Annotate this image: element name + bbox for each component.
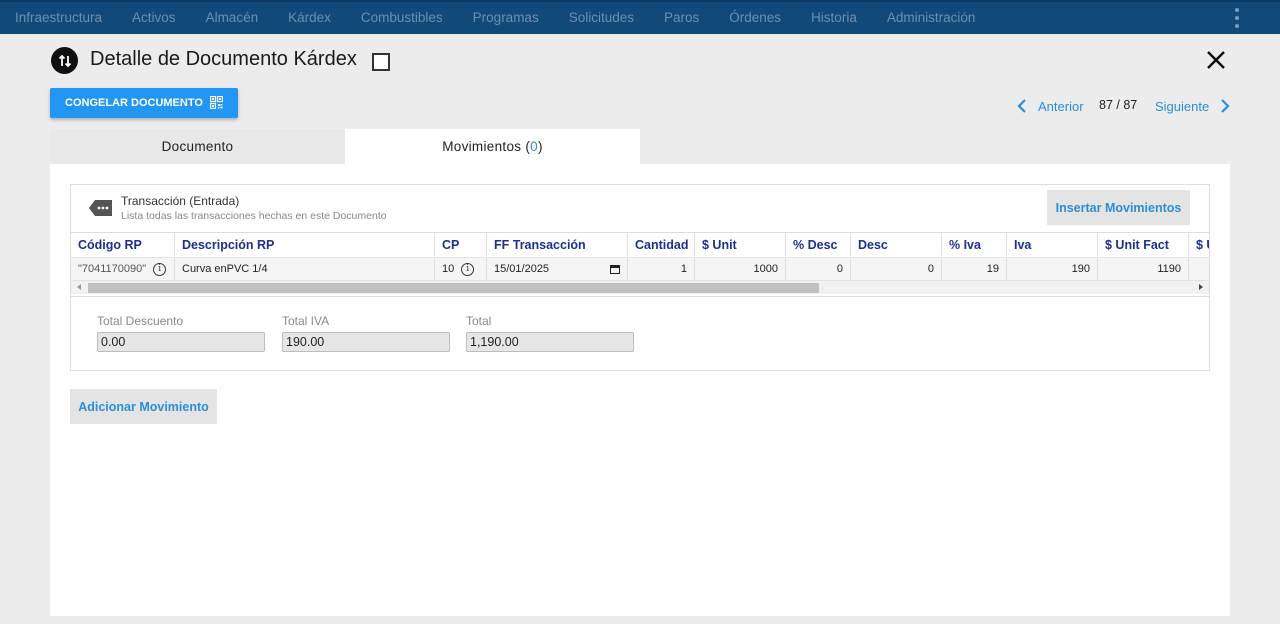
total-iva-label: Total IVA xyxy=(282,314,330,328)
movimientos-count: 0 xyxy=(530,139,538,154)
document-checkbox[interactable] xyxy=(372,53,390,71)
column-header-ff-transaccion[interactable]: FF Transacción xyxy=(487,233,628,256)
transaction-subtitle: Lista todas las transacciones hechas en … xyxy=(121,210,387,222)
total-field: 1,190.00 xyxy=(466,332,634,352)
top-navigation: Infraestructura Activos Almacén Kárdex C… xyxy=(0,0,1280,34)
transaction-card: Transacción (Entrada) Lista todas las tr… xyxy=(70,184,1210,371)
scroll-right-icon[interactable] xyxy=(1199,284,1203,290)
column-header-pct-iva[interactable]: % Iva xyxy=(942,233,1007,256)
page-title: Detalle de Documento Kárdex xyxy=(90,48,357,70)
nav-solicitudes[interactable]: Solicitudes xyxy=(554,2,649,34)
column-header-unit-fact[interactable]: $ Unit Fact xyxy=(1098,233,1189,256)
cell-desc[interactable]: 0 xyxy=(851,258,942,280)
column-header-codigo[interactable]: Código RP xyxy=(71,233,175,256)
tab-movimientos-label: Movimientos ( xyxy=(442,139,531,154)
freeze-document-button[interactable]: CONGELAR DOCUMENTO xyxy=(50,88,238,118)
total-descuento-label: Total Descuento xyxy=(97,314,184,328)
close-icon[interactable] xyxy=(1204,48,1228,72)
freeze-document-label: CONGELAR DOCUMENTO xyxy=(65,97,203,109)
cell-cp: 10 i xyxy=(435,258,487,280)
info-icon[interactable]: i xyxy=(153,262,167,276)
fecha-value: 15/01/2025 xyxy=(494,263,550,275)
column-header-unit[interactable]: $ Unit xyxy=(695,233,786,256)
chevron-right-icon[interactable] xyxy=(1219,98,1231,114)
transaction-title: Transacción (Entrada) xyxy=(121,194,240,208)
cell-descripcion[interactable]: Curva enPVC 1/4 xyxy=(175,258,435,280)
total-iva-field: 190.00 xyxy=(282,332,450,352)
qr-code-icon xyxy=(209,95,224,112)
column-header-iva[interactable]: Iva xyxy=(1007,233,1098,256)
table-header-row: Código RP Descripción RP CP FF Transacci… xyxy=(71,232,1209,256)
calendar-icon[interactable] xyxy=(610,264,620,274)
total-descuento-field: 0.00 xyxy=(97,332,265,352)
cp-value: 10 xyxy=(442,263,455,275)
nav-combustibles[interactable]: Combustibles xyxy=(346,2,458,34)
previous-link[interactable]: Anterior xyxy=(1038,99,1084,114)
nav-administracion[interactable]: Administración xyxy=(872,2,991,34)
date-input[interactable]: 15/01/2025 xyxy=(487,258,628,280)
swap-vertical-icon xyxy=(51,47,78,74)
column-header-cantidad[interactable]: Cantidad xyxy=(628,233,695,256)
column-header-u-partial[interactable]: $ U xyxy=(1189,233,1209,256)
next-link[interactable]: Siguiente xyxy=(1155,99,1209,114)
column-header-desc[interactable]: Desc xyxy=(851,233,942,256)
scroll-left-icon[interactable] xyxy=(77,284,81,290)
table-row[interactable]: "7041170090" i Curva enPVC 1/4 10 i 15/0… xyxy=(71,257,1209,281)
column-header-descripcion[interactable]: Descripción RP xyxy=(175,233,435,256)
tab-movimientos[interactable]: Movimientos (0) xyxy=(345,129,640,164)
tag-icon xyxy=(89,199,113,222)
cell-unit-fact[interactable]: 1190 xyxy=(1098,258,1189,280)
cell-pct-desc[interactable]: 0 xyxy=(786,258,851,280)
cell-u-partial xyxy=(1189,258,1209,280)
chevron-left-icon[interactable] xyxy=(1016,98,1028,114)
cell-cantidad[interactable]: 1 xyxy=(628,258,695,280)
nav-kardex[interactable]: Kárdex xyxy=(273,2,346,34)
add-movement-button[interactable]: Adicionar Movimiento xyxy=(70,389,217,424)
cell-unit[interactable]: 1000 xyxy=(695,258,786,280)
divider xyxy=(71,296,1209,297)
horizontal-scrollbar[interactable] xyxy=(71,281,1209,294)
scrollbar-thumb[interactable] xyxy=(88,283,819,293)
nav-infraestructura[interactable]: Infraestructura xyxy=(0,2,117,34)
tab-movimientos-close: ) xyxy=(537,139,543,154)
tab-documento-label: Documento xyxy=(161,139,234,154)
nav-historia[interactable]: Historia xyxy=(796,2,872,34)
codigo-value: "7041170090" xyxy=(78,263,147,275)
total-label: Total xyxy=(466,314,492,328)
tab-documento[interactable]: Documento xyxy=(50,129,345,164)
page-position: 87 / 87 xyxy=(1099,98,1138,112)
nav-paros[interactable]: Paros xyxy=(649,2,714,34)
cell-pct-iva[interactable]: 19 xyxy=(942,258,1007,280)
nav-ordenes[interactable]: Órdenes xyxy=(714,2,796,34)
insert-movements-button[interactable]: Insertar Movimientos xyxy=(1047,190,1190,225)
column-header-pct-desc[interactable]: % Desc xyxy=(786,233,851,256)
nav-activos[interactable]: Activos xyxy=(117,2,191,34)
column-header-cp[interactable]: CP xyxy=(435,233,487,256)
info-icon[interactable]: i xyxy=(461,262,475,276)
nav-programas[interactable]: Programas xyxy=(458,2,554,34)
nav-almacen[interactable]: Almacén xyxy=(191,2,274,34)
cell-codigo: "7041170090" i xyxy=(71,258,175,280)
more-menu-icon[interactable] xyxy=(1234,8,1240,28)
cell-iva[interactable]: 190 xyxy=(1007,258,1098,280)
